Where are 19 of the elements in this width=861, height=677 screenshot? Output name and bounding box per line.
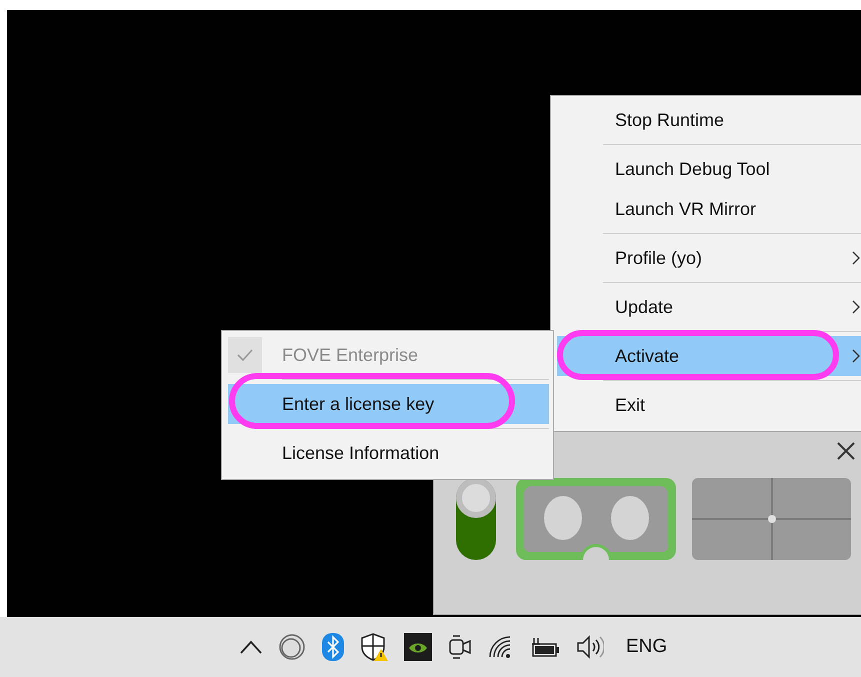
shield-warning-icon[interactable] [360, 632, 388, 662]
battery-icon[interactable] [530, 636, 560, 658]
close-icon[interactable] [836, 441, 856, 461]
speaker-icon[interactable] [576, 634, 604, 660]
menu-item[interactable]: Profile (yo) [557, 238, 861, 278]
menu-item[interactable]: Launch VR Mirror [557, 189, 861, 229]
language-indicator[interactable]: ENG [626, 636, 668, 658]
toggle-switch[interactable] [456, 478, 496, 560]
chevron-up-icon[interactable] [240, 640, 262, 654]
ring-icon[interactable] [278, 633, 306, 661]
menu-item[interactable]: Update [557, 287, 861, 327]
menu-item[interactable]: Launch Debug Tool [557, 149, 861, 189]
menu-item[interactable]: Exit [557, 385, 861, 425]
menu-item[interactable]: Enter a license key [228, 384, 549, 424]
bluetooth-icon[interactable] [322, 633, 344, 661]
menu-item[interactable]: License Information [228, 433, 549, 473]
menu-item[interactable]: Stop Runtime [557, 100, 861, 140]
menu-item[interactable]: Activate [557, 336, 861, 376]
eye-logo-icon[interactable] [404, 633, 432, 661]
